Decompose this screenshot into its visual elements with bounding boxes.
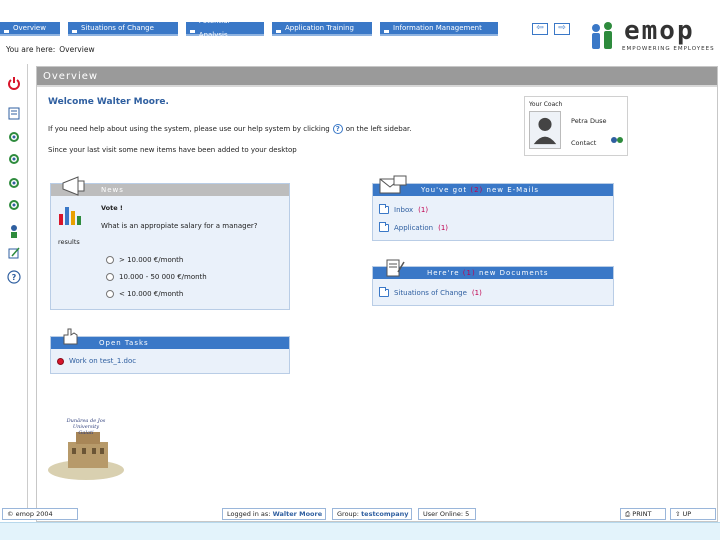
emop-logo: emop EMPOWERING EMPLOYEES [588,16,718,56]
document-item[interactable]: Situations of Change (1) [379,287,482,297]
tab-information-management[interactable]: Information Management [380,22,498,36]
tasks-title: Open Tasks [51,337,289,349]
documents-title: Here're (1) new Documents [373,267,613,279]
email-box: You've got (2) new E-Mails Inbox (1) Appl… [372,183,614,241]
help-icon[interactable]: ? [7,270,21,284]
folder-icon [379,222,389,232]
welcome-message: Welcome Walter Moore. [48,97,169,107]
gear-icon[interactable] [7,176,21,190]
coach-card: Your Coach Petra Duse Contact [524,96,628,156]
gear-icon[interactable] [7,152,21,166]
power-icon[interactable] [7,76,21,90]
results-link[interactable]: results [58,238,80,246]
document-icon [386,259,405,277]
main-navigation: Overview Situations of Change Potential … [0,17,530,39]
user-icon[interactable] [7,224,21,238]
bar-chart-icon [59,207,81,225]
up-arrow-icon: ⇧ [675,510,681,518]
contact-link[interactable]: Contact [571,139,596,147]
back-arrow-icon[interactable]: ⇦ [532,23,548,35]
tab-application-training[interactable]: Application Training [272,22,372,36]
radio-button[interactable] [106,290,114,298]
radio-button[interactable] [106,273,114,281]
coach-avatar [529,111,561,149]
university-name: Dunărea de Jos University Galati [66,418,106,436]
panel-title: Overview [37,67,717,87]
coach-name: Petra Duse [571,117,607,125]
up-button[interactable]: ⇧ UP [670,508,716,520]
person-icon [533,117,557,145]
mail-icon [379,175,407,194]
people-icon [592,22,612,49]
logo-wordmark: emop [624,16,695,46]
bottom-bar [0,522,720,540]
help-hint: If you need help about using the system,… [48,124,412,134]
printer-icon: ⎙ [625,510,631,518]
gear-icon[interactable] [7,130,21,144]
task-item[interactable]: Work on test_1.doc [57,357,136,365]
open-tasks-box: Open Tasks Work on test_1.doc [50,336,290,374]
email-item-inbox[interactable]: Inbox (1) [379,204,428,214]
hand-icon [63,328,78,345]
logged-in-status: Logged in as: Walter Moore [222,508,326,520]
forward-arrow-icon[interactable]: ⇨ [554,23,570,35]
svg-text:?: ? [12,273,17,282]
radio-button[interactable] [106,256,114,264]
notepad-icon[interactable] [7,106,21,120]
edit-icon[interactable] [7,246,21,260]
logo-tagline: EMPOWERING EMPLOYEES [622,46,715,52]
poll-question: What is an appropiate salary for a manag… [101,222,258,230]
task-status-icon [57,357,64,365]
email-title: You've got (2) new E-Mails [373,184,613,196]
contact-icon[interactable] [609,133,625,147]
gear-icon[interactable] [7,198,21,212]
tab-situations-of-change[interactable]: Situations of Change [68,22,178,36]
folder-icon [379,287,389,297]
email-item-application[interactable]: Application (1) [379,222,448,232]
users-online: User Online: 5 [418,508,476,520]
poll-option[interactable]: > 10.000 €/month [106,256,183,264]
breadcrumb: You are here: Overview [6,45,95,54]
tab-potential-analysis[interactable]: Potential Analysis [186,17,264,39]
print-button[interactable]: ⎙ PRINT [620,508,666,520]
tab-overview[interactable]: Overview [0,22,60,36]
megaphone-icon [62,176,85,196]
group-status: Group: testcompany [332,508,412,520]
documents-box: Here're (1) new Documents Situations of … [372,266,614,306]
copyright: © emop 2004 [2,508,78,520]
folder-icon [379,204,389,214]
help-icon[interactable]: ? [332,124,343,134]
breadcrumb-current[interactable]: Overview [59,45,94,54]
poll-option[interactable]: < 10.000 €/month [106,290,183,298]
poll-option[interactable]: 10.000 - 50 000 €/month [106,273,207,281]
news-box: News results Vote ! What is an appropiat… [50,183,290,310]
desktop-notice: Since your last visit some new items hav… [48,146,297,154]
vote-label: Vote ! [101,204,123,212]
left-sidebar: ? [0,64,28,520]
